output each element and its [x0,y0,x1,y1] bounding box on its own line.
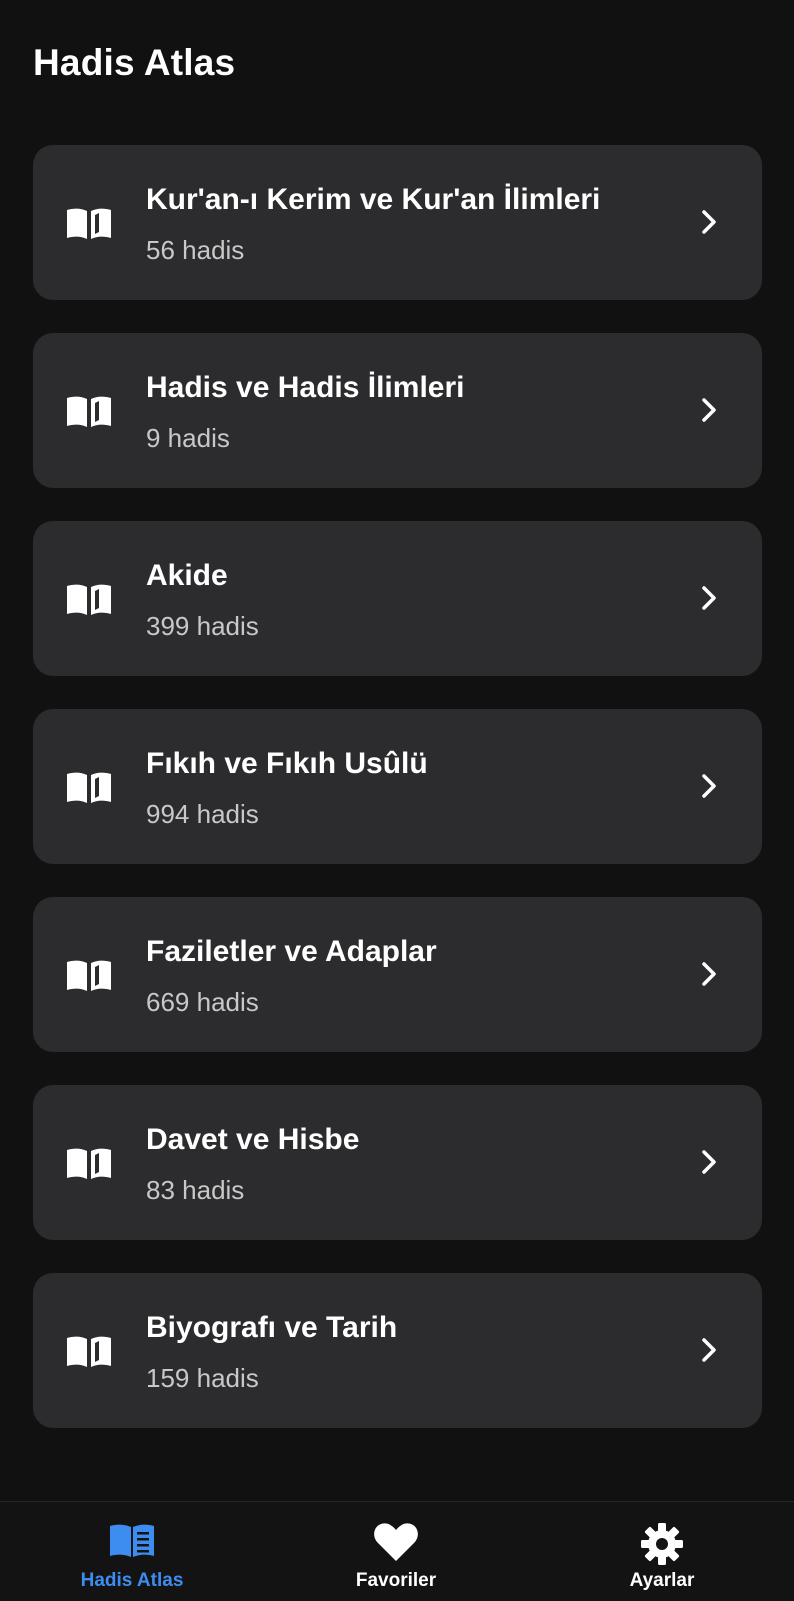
nav-tab-ayarlar[interactable]: Ayarlar [562,1502,762,1601]
category-title: Kur'an-ı Kerim ve Kur'an İlimleri [146,183,601,216]
category-title: Davet ve Hisbe [146,1123,360,1156]
category-title: Hadis ve Hadis İlimleri [146,371,465,404]
chevron-right-icon [702,962,716,986]
category-count: 83 hadis [146,1175,245,1205]
book-open-icon [67,960,111,991]
category-title: Biyografı ve Tarih [146,1311,398,1344]
nav-tab-favoriler[interactable]: Favoriler [296,1502,496,1601]
nav-tab-hadis-atlas[interactable]: Hadis Atlas [32,1502,232,1601]
category-count: 159 hadis [146,1363,259,1393]
chevron-right-icon [702,210,716,234]
book-open-icon [67,772,111,803]
book-icon [110,1524,154,1557]
category-item-kuran[interactable]: Kur'an-ı Kerim ve Kur'an İlimleri 56 had… [33,145,762,300]
book-open-icon [67,584,111,615]
page-title: Hadis Atlas [33,42,236,83]
category-count: 994 hadis [146,799,259,829]
chevron-right-icon [702,1338,716,1362]
chevron-right-icon [702,1150,716,1174]
category-count: 9 hadis [146,423,230,453]
book-open-icon [67,396,111,427]
chevron-right-icon [702,398,716,422]
category-title: Fıkıh ve Fıkıh Usûlü [146,747,428,780]
category-count: 56 hadis [146,235,245,265]
book-open-icon [67,1148,111,1179]
category-item-fikih[interactable]: Fıkıh ve Fıkıh Usûlü 994 hadis [33,709,762,864]
category-count: 399 hadis [146,611,259,641]
category-item-hadis[interactable]: Hadis ve Hadis İlimleri 9 hadis [33,333,762,488]
chevron-right-icon [702,586,716,610]
book-open-icon [67,208,111,239]
heart-icon [374,1523,418,1561]
nav-label: Favoriler [355,1570,437,1591]
nav-label: Ayarlar [629,1570,695,1591]
category-title: Faziletler ve Adaplar [146,935,437,968]
category-count: 669 hadis [146,987,259,1017]
chevron-right-icon [702,774,716,798]
category-item-biyografi[interactable]: Biyografı ve Tarih 159 hadis [33,1273,762,1428]
category-item-faziletler[interactable]: Faziletler ve Adaplar 669 hadis [33,897,762,1052]
bottom-navigation: Hadis Atlas Favoriler Ayarlar [0,1501,794,1601]
book-open-icon [67,1336,111,1367]
category-list: Kur'an-ı Kerim ve Kur'an İlimleri 56 had… [33,145,762,1461]
nav-label: Hadis Atlas [80,1570,184,1591]
category-item-akide[interactable]: Akide 399 hadis [33,521,762,676]
gear-icon [641,1523,683,1565]
category-title: Akide [146,559,228,592]
category-item-davet[interactable]: Davet ve Hisbe 83 hadis [33,1085,762,1240]
